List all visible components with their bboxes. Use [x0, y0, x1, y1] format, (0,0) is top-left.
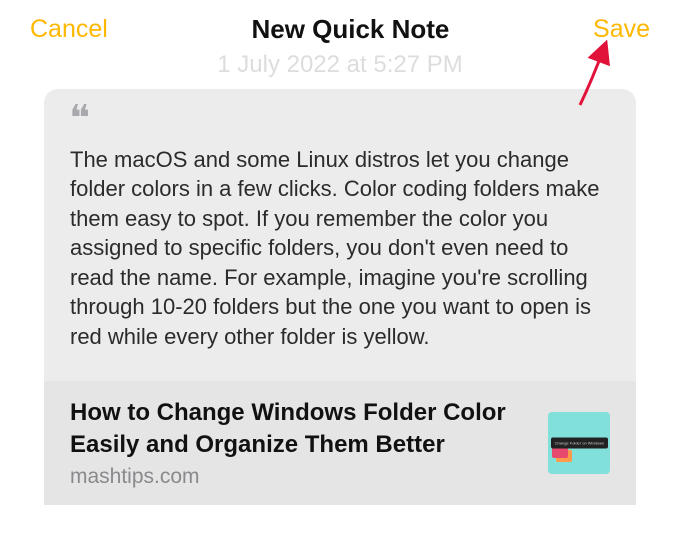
quote-icon: ❝ [69, 109, 90, 127]
note-timestamp: 1 July 2022 at 5:27 PM [0, 51, 680, 79]
link-preview-domain: mashtips.com [70, 465, 528, 489]
modal-title: New Quick Note [251, 14, 449, 45]
note-content-card: ❝ The macOS and some Linux distros let y… [44, 89, 636, 505]
link-preview-title: How to Change Windows Folder Color Easil… [70, 397, 528, 460]
modal-header: Cancel New Quick Note Save [0, 0, 680, 53]
link-preview-text: How to Change Windows Folder Color Easil… [70, 397, 528, 488]
folder-icon [554, 448, 574, 464]
cancel-button[interactable]: Cancel [30, 15, 108, 44]
save-button[interactable]: Save [593, 15, 650, 44]
link-preview-thumbnail: Change Folder on Windows [548, 412, 610, 474]
link-preview[interactable]: How to Change Windows Folder Color Easil… [44, 381, 636, 504]
thumbnail-caption: Change Folder on Windows [551, 437, 608, 448]
quote-block[interactable]: ❝ The macOS and some Linux distros let y… [44, 89, 636, 381]
quote-text: The macOS and some Linux distros let you… [70, 145, 610, 351]
